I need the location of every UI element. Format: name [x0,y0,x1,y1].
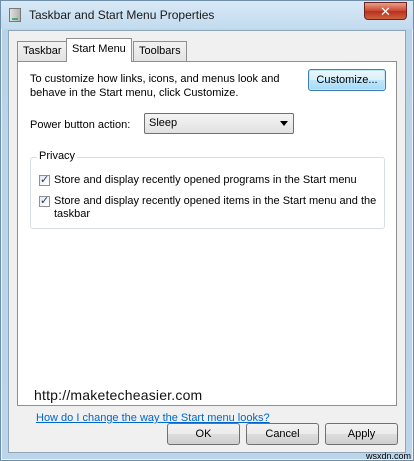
recent-items-checkbox[interactable] [39,194,50,207]
apply-button[interactable]: Apply [325,423,398,445]
chevron-down-icon [280,121,288,126]
recent-items-label[interactable]: Store and display recently opened items … [54,195,379,221]
power-button-label: Power button action: [30,119,131,131]
close-icon: ✕ [380,4,391,19]
title-bar[interactable]: Taskbar and Start Menu Properties ✕ [1,1,413,29]
properties-window: Taskbar and Start Menu Properties ✕ Task… [0,0,414,461]
privacy-group-title: Privacy [37,150,78,162]
dialog-client-area: Taskbar Start Menu Toolbars To customize… [8,30,406,453]
power-button-value: Sleep [149,117,178,129]
tab-taskbar[interactable]: Taskbar [17,41,68,61]
window-title: Taskbar and Start Menu Properties [29,8,215,22]
tab-start-menu[interactable]: Start Menu [66,38,132,62]
recent-programs-label[interactable]: Store and display recently opened progra… [54,174,374,187]
privacy-group: Privacy Store and display recently opene… [30,150,385,229]
close-button[interactable]: ✕ [364,2,407,20]
cancel-button[interactable]: Cancel [246,423,319,445]
watermark-url: http://maketecheasier.com [34,387,203,403]
source-watermark: wsxdn.com [366,451,412,461]
ok-button[interactable]: OK [167,423,240,445]
customize-button[interactable]: Customize... [308,69,386,91]
customize-description: To customize how links, icons, and menus… [30,73,280,99]
start-menu-help-link[interactable]: How do I change the way the Start menu l… [36,412,270,424]
start-menu-tab-panel: To customize how links, icons, and menus… [17,61,397,424]
tab-toolbars[interactable]: Toolbars [133,41,187,61]
taskbar-properties-icon [9,8,21,22]
power-button-select[interactable]: Sleep [144,113,294,134]
recent-programs-checkbox[interactable] [39,173,50,186]
